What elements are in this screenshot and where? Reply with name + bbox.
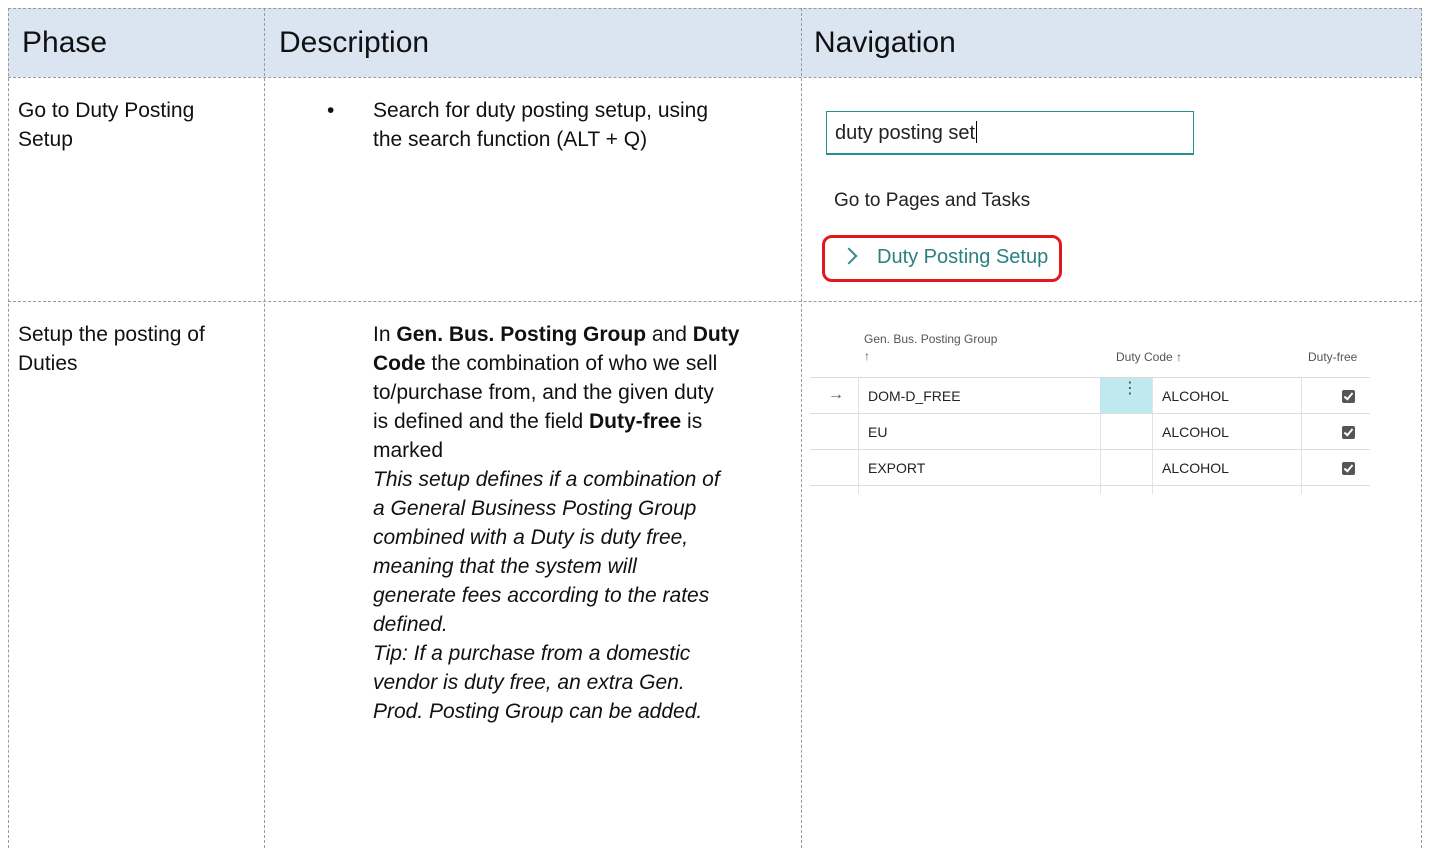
duty-posting-setup-link[interactable]: Duty Posting Setup [822, 235, 1062, 282]
row2-italic-line: generate fees according to the rates [373, 584, 710, 607]
section-label: Go to Pages and Tasks [834, 190, 1031, 211]
row2-description-line: marked [373, 439, 444, 462]
column-header-duty-code[interactable]: Duty Code ↑ [1116, 350, 1182, 364]
header-navigation: Navigation [814, 25, 956, 59]
row2-description-line: to/purchase from, and the given duty [373, 381, 714, 404]
duty-free-checkbox[interactable] [1342, 462, 1355, 475]
column-header-gen-bus[interactable]: Gen. Bus. Posting Group [864, 332, 997, 346]
row1-description: Search for duty posting setup, using the… [373, 96, 708, 154]
row2-phase-line: Setup the posting of [18, 323, 205, 346]
cell-duty-code[interactable]: ALCOHOL [1162, 414, 1229, 450]
row2-italic-line: defined. [373, 613, 448, 636]
duty-free-checkbox[interactable] [1342, 426, 1355, 439]
row2-italic-line: a General Business Posting Group [373, 497, 697, 520]
row2-italic-line: Prod. Posting Group can be added. [373, 700, 703, 723]
duty-posting-setup-label: Duty Posting Setup [877, 246, 1049, 268]
row1-description-line: Search for duty posting setup, using [373, 99, 709, 122]
row2-italic-line: Tip: If a purchase from a domestic [373, 642, 691, 665]
table-row-empty [810, 485, 1370, 494]
cell-group[interactable]: EXPORT [868, 450, 925, 486]
text-caret [976, 121, 978, 143]
row-pointer-icon: → [828, 386, 844, 403]
chevron-right-icon [840, 247, 858, 265]
row2-phase: Setup the posting of Duties [18, 320, 205, 378]
row1-phase-line: Go to Duty Posting [18, 99, 195, 122]
column-header-duty-free[interactable]: Duty-free [1308, 350, 1357, 364]
table-row[interactable]: → DOM-D_FREE ⋮ ALCOHOL [810, 377, 1370, 414]
cell-group[interactable]: DOM-D_FREE [868, 378, 961, 414]
row2-description-line: is defined and the field Duty-free is [373, 410, 703, 433]
search-input[interactable]: duty posting set [826, 111, 1194, 155]
header-phase: Phase [22, 25, 108, 59]
cell-group[interactable]: EU [868, 414, 887, 450]
duty-free-checkbox[interactable] [1342, 390, 1355, 403]
row1-description-line: the search function (ALT + Q) [373, 128, 648, 151]
row1-phase: Go to Duty Posting Setup [18, 96, 194, 154]
table-row[interactable]: EXPORT ALCOHOL [810, 449, 1370, 486]
row2-description-line: Code the combination of who we sell [373, 352, 718, 375]
header-description: Description [279, 25, 430, 59]
table-header-row [8, 8, 1422, 77]
cell-duty-code[interactable]: ALCOHOL [1162, 378, 1229, 414]
row2-description: In Gen. Bus. Posting Group and Duty Code… [373, 320, 793, 726]
more-options-icon: ⋮ [1122, 380, 1138, 397]
row2-italic-line: vendor is duty free, an extra Gen. [373, 671, 685, 694]
table-row[interactable]: EU ALCOHOL [810, 413, 1370, 450]
row2-italic-line: This setup defines if a combination of [373, 468, 720, 491]
row2-italic-line: meaning that the system will [373, 555, 637, 578]
row-actions-button[interactable]: ⋮ [1100, 378, 1152, 414]
sort-arrow-icon: ↑ [864, 349, 870, 363]
duty-posting-grid: Gen. Bus. Posting Group ↑ Duty Code ↑ Du… [810, 322, 1370, 494]
row2-phase-line: Duties [18, 352, 78, 375]
row1-bullet: • [327, 99, 335, 122]
row1-phase-line: Setup [18, 128, 73, 151]
row2-description-line: In Gen. Bus. Posting Group and Duty [373, 323, 740, 346]
cell-duty-code[interactable]: ALCOHOL [1162, 450, 1229, 486]
row2-italic-line: combined with a Duty is duty free, [373, 526, 689, 549]
search-input-value: duty posting set [835, 122, 976, 144]
